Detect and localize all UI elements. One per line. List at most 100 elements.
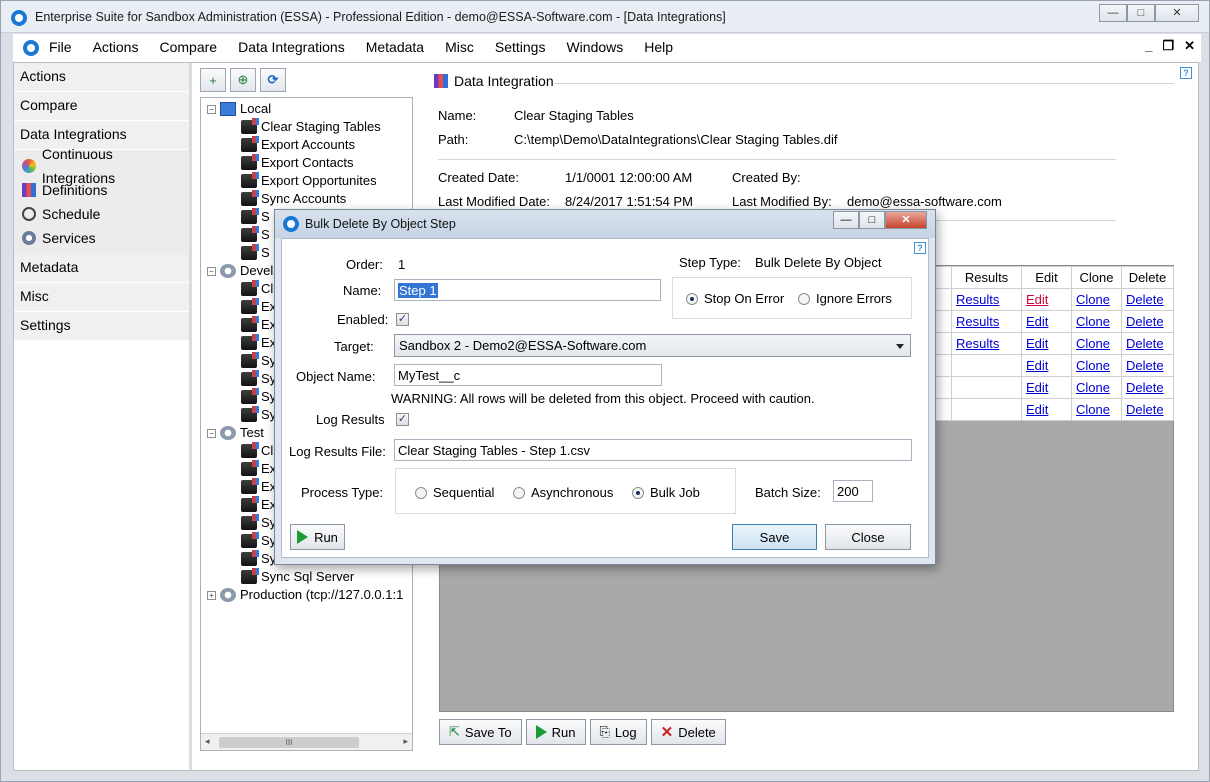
mdi-close-button[interactable]: ✕ xyxy=(1184,38,1195,54)
collapse-icon[interactable]: − xyxy=(207,104,216,114)
dialog-minimize-button[interactable]: — xyxy=(833,211,859,229)
nav-misc[interactable]: Misc xyxy=(14,283,189,312)
clone-link[interactable]: Clone xyxy=(1076,336,1110,351)
edit-link[interactable]: Edit xyxy=(1026,314,1048,329)
scroll-thumb[interactable]: III xyxy=(219,737,359,748)
tree-integration-node[interactable]: Clear Staging Tables xyxy=(241,118,381,136)
delete-link[interactable]: Delete xyxy=(1126,402,1164,417)
grid-header-clone[interactable]: Clone xyxy=(1070,266,1122,289)
nav-metadata[interactable]: Metadata xyxy=(14,254,189,283)
tree-group-node[interactable]: − Test xyxy=(207,424,264,442)
grid-header-delete[interactable]: Delete xyxy=(1120,266,1175,289)
nav-continuous-integrations[interactable]: Continuous Integrations xyxy=(14,146,189,186)
results-link[interactable]: Results xyxy=(956,314,999,329)
log-file-input[interactable]: Clear Staging Tables - Step 1.csv xyxy=(394,439,912,461)
process-asynchronous-radio[interactable]: Asynchronous xyxy=(513,485,613,500)
tree-integration-node[interactable]: Export Accounts xyxy=(241,136,355,154)
menu-windows[interactable]: Windows xyxy=(566,39,623,55)
scroll-left-arrow-icon[interactable]: ◂ xyxy=(205,736,210,747)
tree-integration-node[interactable]: S xyxy=(241,244,270,262)
run-button[interactable]: Run xyxy=(525,719,586,745)
app-menu-icon[interactable] xyxy=(23,40,39,56)
tree-integration-node[interactable]: Sy xyxy=(241,388,276,406)
tree-integration-node[interactable]: Sy xyxy=(241,370,276,388)
maximize-button[interactable]: □ xyxy=(1127,4,1155,22)
delete-link[interactable]: Delete xyxy=(1126,314,1164,329)
tree-integration-node[interactable]: Export Opportunites xyxy=(241,172,377,190)
edit-link[interactable]: Edit xyxy=(1026,292,1048,307)
dialog-close-x-button[interactable]: ✕ xyxy=(885,211,927,229)
clone-link[interactable]: Clone xyxy=(1076,380,1110,395)
grid-header-edit[interactable]: Edit xyxy=(1021,266,1072,289)
help-icon[interactable]: ? xyxy=(1180,67,1192,79)
clone-link[interactable]: Clone xyxy=(1076,292,1110,307)
tree-integration-node[interactable]: Export Contacts xyxy=(241,154,354,172)
nav-settings[interactable]: Settings xyxy=(14,312,189,341)
close-window-button[interactable]: ✕ xyxy=(1155,4,1199,22)
nav-splitter[interactable] xyxy=(189,63,192,770)
scroll-right-arrow-icon[interactable]: ▸ xyxy=(403,736,408,747)
tree-integration-node[interactable]: S xyxy=(241,226,270,244)
tree-integration-node[interactable]: Cl xyxy=(241,442,273,460)
tree-integration-node[interactable]: Cl xyxy=(241,280,273,298)
stop-on-error-radio[interactable]: Stop On Error xyxy=(686,291,784,306)
target-select[interactable]: Sandbox 2 - Demo2@ESSA-Software.com xyxy=(394,334,911,357)
mdi-restore-button[interactable]: ❐ xyxy=(1162,38,1174,54)
dialog-run-button[interactable]: Run xyxy=(290,524,345,550)
menu-compare[interactable]: Compare xyxy=(159,39,217,55)
delete-link[interactable]: Delete xyxy=(1126,292,1164,307)
tree-integration-node[interactable]: Sy xyxy=(241,550,276,568)
tree-integration-node[interactable]: Ex xyxy=(241,334,276,352)
tree-group-node[interactable]: − Local xyxy=(207,100,271,118)
dialog-save-button[interactable]: Save xyxy=(732,524,817,550)
results-link[interactable]: Results xyxy=(956,292,999,307)
nav-actions[interactable]: Actions xyxy=(14,63,189,92)
tree-integration-node[interactable]: Ex xyxy=(241,298,276,316)
dialog-close-button[interactable]: Close xyxy=(825,524,911,550)
menu-data-integrations[interactable]: Data Integrations xyxy=(238,39,345,55)
tree-integration-node[interactable]: Sy xyxy=(241,532,276,550)
menu-help[interactable]: Help xyxy=(644,39,673,55)
menu-file[interactable]: File xyxy=(49,39,72,55)
tree-integration-node[interactable]: Sy xyxy=(241,406,276,424)
delete-link[interactable]: Delete xyxy=(1126,336,1164,351)
minimize-button[interactable]: — xyxy=(1099,4,1127,22)
menu-settings[interactable]: Settings xyxy=(495,39,546,55)
collapse-icon[interactable]: − xyxy=(207,428,216,438)
tree-integration-node[interactable]: Ex xyxy=(241,496,276,514)
tree-integration-node[interactable]: Ex xyxy=(241,478,276,496)
log-button[interactable]: ⎘ Log xyxy=(589,719,647,745)
tree-integration-node[interactable]: Sy xyxy=(241,352,276,370)
tree-integration-node[interactable]: S xyxy=(241,208,270,226)
expand-icon[interactable]: + xyxy=(207,590,216,600)
ignore-errors-radio[interactable]: Ignore Errors xyxy=(798,291,892,306)
edit-link[interactable]: Edit xyxy=(1026,336,1048,351)
menu-metadata[interactable]: Metadata xyxy=(366,39,424,55)
tree-group-node[interactable]: − Devel xyxy=(207,262,273,280)
edit-link[interactable]: Edit xyxy=(1026,358,1048,373)
tree-integration-node[interactable]: Sy xyxy=(241,514,276,532)
clone-link[interactable]: Clone xyxy=(1076,402,1110,417)
nav-compare[interactable]: Compare xyxy=(14,92,189,121)
grid-header-results[interactable]: Results xyxy=(951,266,1022,289)
nav-schedule[interactable]: Schedule xyxy=(14,202,189,226)
process-bulk-job-radio[interactable]: Bulk Job xyxy=(632,485,700,500)
refresh-button[interactable]: ⟳ xyxy=(260,68,286,92)
mdi-minimize-button[interactable]: _ xyxy=(1145,38,1152,54)
add-node-button[interactable]: ⊕ xyxy=(230,68,256,92)
clone-link[interactable]: Clone xyxy=(1076,358,1110,373)
delete-link[interactable]: Delete xyxy=(1126,358,1164,373)
nav-services[interactable]: Services xyxy=(14,226,189,250)
clone-link[interactable]: Clone xyxy=(1076,314,1110,329)
tree-integration-node[interactable]: Ex xyxy=(241,460,276,478)
menu-misc[interactable]: Misc xyxy=(445,39,474,55)
enabled-checkbox[interactable]: ✓ xyxy=(396,313,409,326)
dialog-maximize-button[interactable]: □ xyxy=(859,211,885,229)
tree-group-node[interactable]: + Production (tcp://127.0.0.1:1 xyxy=(207,586,403,604)
tree-integration-node[interactable]: Sync Sql Server xyxy=(241,568,354,586)
process-sequential-radio[interactable]: Sequential xyxy=(415,485,494,500)
collapse-icon[interactable]: − xyxy=(207,266,216,276)
batch-size-input[interactable]: 200 xyxy=(833,480,873,502)
delete-link[interactable]: Delete xyxy=(1126,380,1164,395)
tree-integration-node[interactable]: Sync Accounts xyxy=(241,190,346,208)
